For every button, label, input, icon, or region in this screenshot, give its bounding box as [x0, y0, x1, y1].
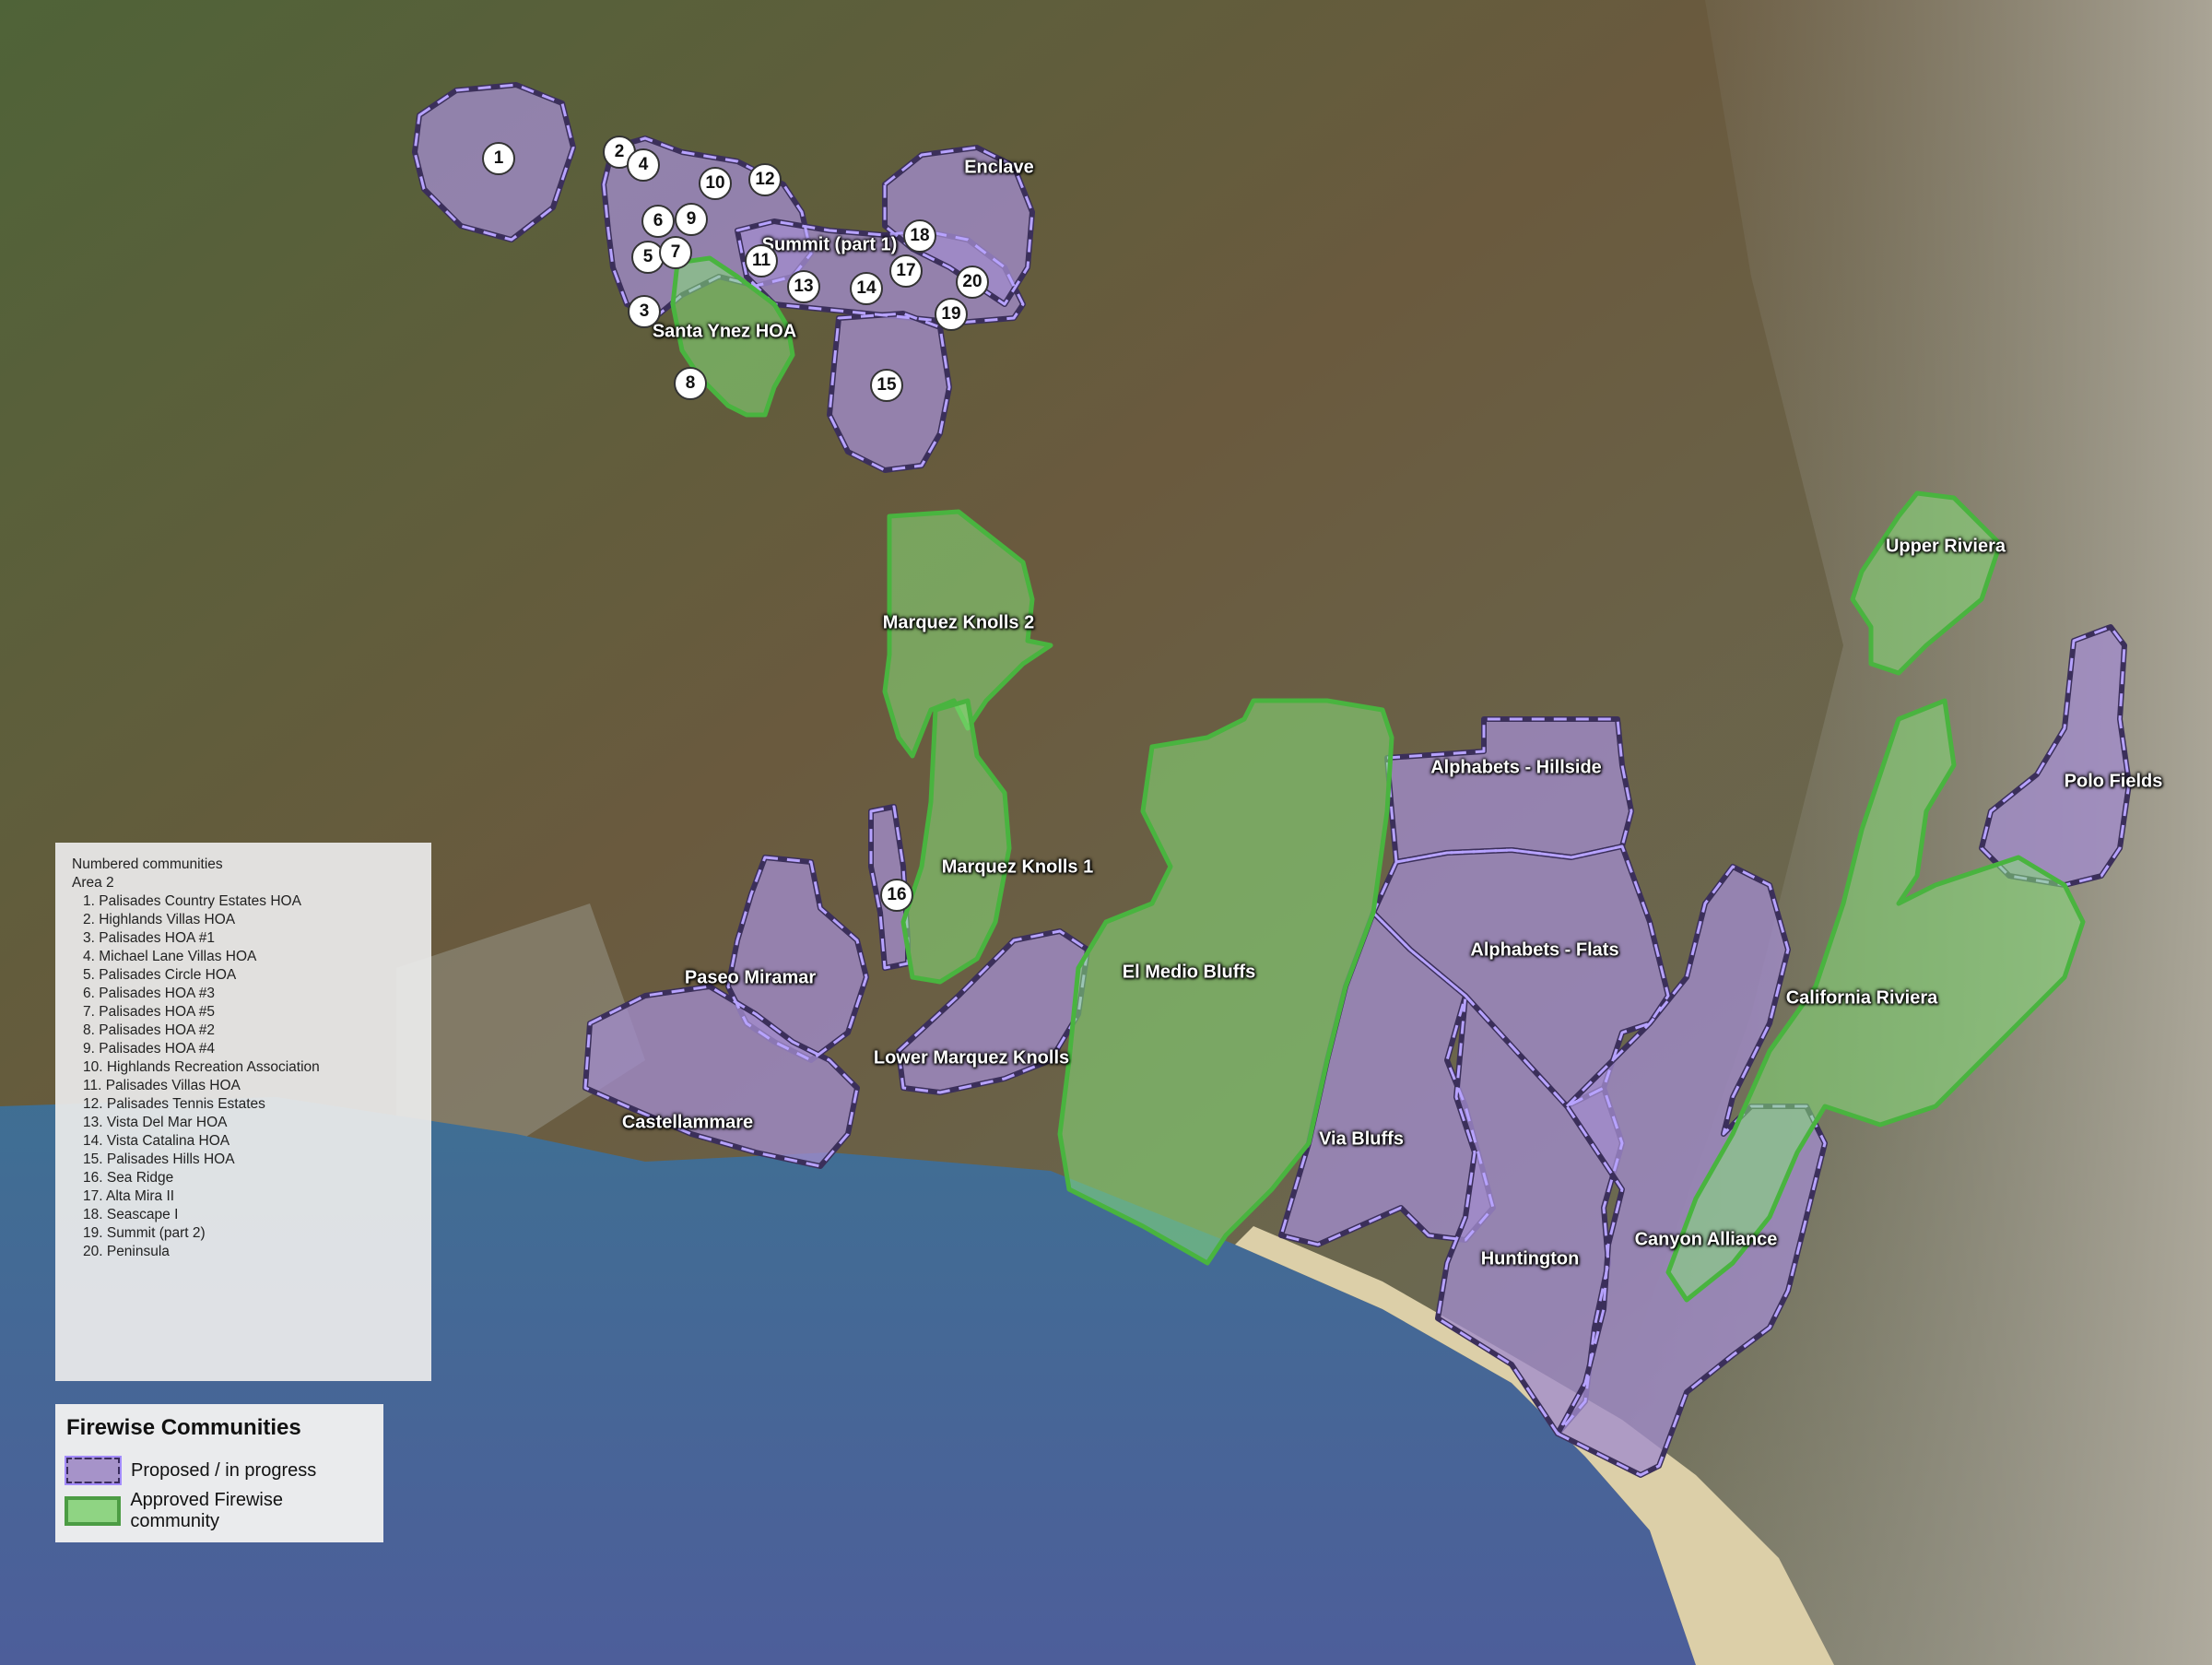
proposed-swatch	[65, 1456, 122, 1485]
list-item: 11. Palisades Villas HOA	[83, 1078, 241, 1093]
marker-4[interactable]: 4	[627, 148, 660, 182]
list-item: 10. Highlands Recreation Association	[83, 1059, 320, 1075]
label-alphabets-flats[interactable]: Alphabets - Flats	[1470, 940, 1618, 962]
legend-row-approved: Approved Firewise community	[65, 1490, 374, 1531]
list-item: 15. Palisades Hills HOA	[83, 1151, 235, 1167]
list-item: 20. Peninsula	[83, 1244, 170, 1259]
marker-15[interactable]: 15	[870, 369, 903, 402]
marker-3[interactable]: 3	[628, 295, 661, 328]
label-lower-marquez-knolls[interactable]: Lower Marquez Knolls	[874, 1048, 1069, 1069]
legend-title: Firewise Communities	[66, 1415, 301, 1440]
marker-8[interactable]: 8	[674, 367, 707, 400]
label-alphabets-hillside[interactable]: Alphabets - Hillside	[1430, 758, 1602, 779]
list-title: Numbered communities	[72, 856, 223, 872]
list-item: 9. Palisades HOA #4	[83, 1041, 216, 1057]
legend-row-proposed: Proposed / in progress	[65, 1450, 374, 1491]
list-item: 4. Michael Lane Villas HOA	[83, 949, 257, 964]
label-summit-part1[interactable]: Summit (part 1)	[762, 235, 898, 256]
list-item: 7. Palisades HOA #5	[83, 1004, 216, 1020]
list-item: 5. Palisades Circle HOA	[83, 967, 237, 983]
label-marquez-knolls-2[interactable]: Marquez Knolls 2	[883, 613, 1034, 634]
list-item: 1. Palisades Country Estates HOA	[83, 893, 301, 909]
marker-17[interactable]: 17	[889, 254, 923, 288]
approved-swatch	[65, 1496, 122, 1526]
label-castellammare[interactable]: Castellammare	[622, 1113, 753, 1134]
label-santa-ynez[interactable]: Santa Ynez HOA	[653, 322, 796, 343]
label-marquez-knolls-1[interactable]: Marquez Knolls 1	[942, 857, 1093, 879]
list-item: 6. Palisades HOA #3	[83, 986, 216, 1001]
marker-9[interactable]: 9	[675, 203, 708, 236]
marker-1[interactable]: 1	[482, 142, 515, 175]
label-california-riviera[interactable]: California Riviera	[1786, 988, 1938, 1010]
label-via-bluffs[interactable]: Via Bluffs	[1319, 1129, 1404, 1151]
marker-18[interactable]: 18	[903, 219, 936, 253]
marker-14[interactable]: 14	[850, 272, 883, 305]
list-item: 12. Palisades Tennis Estates	[83, 1096, 265, 1112]
marker-20[interactable]: 20	[956, 266, 989, 299]
label-canyon-alliance[interactable]: Canyon Alliance	[1635, 1230, 1778, 1251]
label-polo-fields[interactable]: Polo Fields	[2065, 772, 2163, 793]
marker-19[interactable]: 19	[935, 298, 968, 331]
legend-approved-label: Approved Firewise community	[130, 1490, 283, 1531]
marker-11[interactable]: 11	[745, 244, 778, 278]
label-enclave[interactable]: Enclave	[964, 158, 1034, 179]
marker-6[interactable]: 6	[641, 205, 675, 238]
list-item: 18. Seascape I	[83, 1207, 179, 1222]
label-upper-riviera[interactable]: Upper Riviera	[1886, 537, 2006, 558]
marker-16[interactable]: 16	[880, 879, 913, 912]
label-el-medio-bluffs[interactable]: El Medio Bluffs	[1123, 962, 1255, 984]
marker-12[interactable]: 12	[748, 163, 782, 196]
list-item: 16. Sea Ridge	[83, 1170, 174, 1186]
list-item: 13. Vista Del Mar HOA	[83, 1115, 228, 1130]
list-item: 2. Highlands Villas HOA	[83, 912, 236, 927]
legend: Firewise Communities Proposed / in progr…	[55, 1404, 383, 1542]
numbered-communities-panel: Numbered communities Area 2 1. Palisades…	[55, 843, 431, 1381]
list-item: 14. Vista Catalina HOA	[83, 1133, 230, 1149]
list-item: 3. Palisades HOA #1	[83, 930, 216, 946]
list-item: 8. Palisades HOA #2	[83, 1022, 216, 1038]
label-huntington[interactable]: Huntington	[1481, 1249, 1580, 1270]
list-subtitle: Area 2	[72, 875, 114, 891]
label-paseo-miramar[interactable]: Paseo Miramar	[685, 968, 816, 989]
list-item: 17. Alta Mira II	[83, 1188, 175, 1204]
list-item: 19. Summit (part 2)	[83, 1225, 206, 1241]
legend-proposed-label: Proposed / in progress	[131, 1459, 317, 1481]
marker-7[interactable]: 7	[659, 236, 692, 269]
marker-10[interactable]: 10	[699, 167, 732, 200]
marker-13[interactable]: 13	[787, 270, 820, 303]
